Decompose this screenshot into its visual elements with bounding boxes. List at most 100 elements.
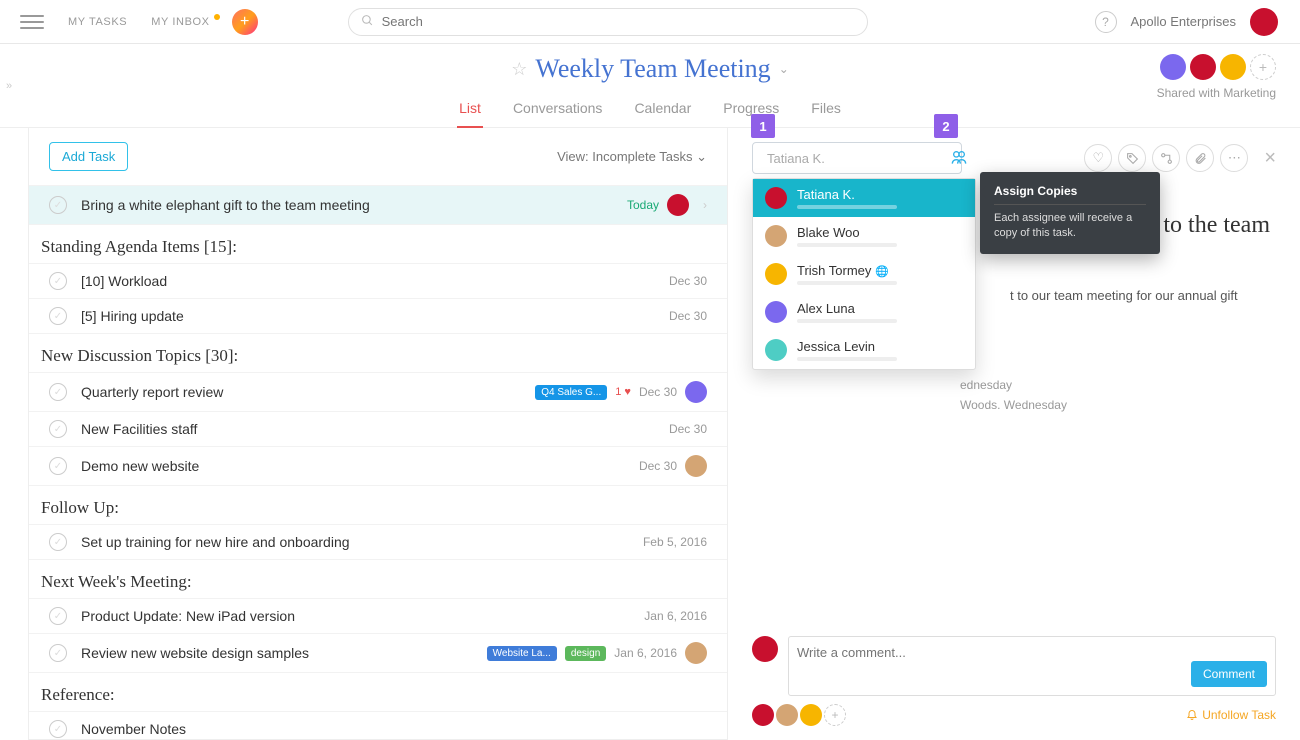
person-avatar xyxy=(765,187,787,209)
complete-check-icon[interactable] xyxy=(49,533,67,551)
task-date: Feb 5, 2016 xyxy=(643,535,707,549)
meta-line: Woods. Wednesday xyxy=(960,398,1270,412)
heart-icon[interactable]: ♡ xyxy=(1084,144,1112,172)
multi-assign-icon[interactable] xyxy=(951,150,967,167)
task-tag[interactable]: Website La... xyxy=(487,646,557,661)
project-dropdown-icon[interactable]: ⌄ xyxy=(779,62,789,76)
task-tag[interactable]: design xyxy=(565,646,606,661)
global-add-button[interactable]: + xyxy=(232,9,258,35)
close-detail-icon[interactable]: × xyxy=(1264,147,1276,170)
assignee-input-wrap[interactable] xyxy=(752,142,962,174)
dropdown-item[interactable]: Trish Tormey 🌐 xyxy=(753,255,975,293)
shared-with-label[interactable]: Shared with Marketing xyxy=(1157,86,1276,100)
project-title[interactable]: Weekly Team Meeting xyxy=(535,54,770,84)
attachment-icon[interactable] xyxy=(1186,144,1214,172)
task-date: Jan 6, 2016 xyxy=(644,609,707,623)
task-followers: + xyxy=(752,704,846,726)
dropdown-item[interactable]: Alex Luna xyxy=(753,293,975,331)
complete-check-icon[interactable] xyxy=(49,383,67,401)
section-heading[interactable]: Standing Agenda Items [15]: xyxy=(29,224,727,263)
complete-check-icon[interactable] xyxy=(49,644,67,662)
nav-my-tasks[interactable]: MY TASKS xyxy=(56,16,139,28)
dropdown-item[interactable]: Blake Woo xyxy=(753,217,975,255)
complete-check-icon[interactable] xyxy=(49,607,67,625)
add-member-button[interactable]: + xyxy=(1250,54,1276,80)
member-avatar[interactable] xyxy=(1220,54,1246,80)
task-row[interactable]: Product Update: New iPad version Jan 6, … xyxy=(29,598,727,633)
assignee-input[interactable] xyxy=(767,151,943,166)
person-name: Trish Tormey 🌐 xyxy=(797,263,897,278)
complete-check-icon[interactable] xyxy=(49,720,67,738)
task-row[interactable]: Set up training for new hire and onboard… xyxy=(29,524,727,559)
menu-toggle-icon[interactable] xyxy=(20,10,44,34)
search-icon xyxy=(361,14,374,30)
workspace-name[interactable]: Apollo Enterprises xyxy=(1131,14,1237,29)
comment-button[interactable]: Comment xyxy=(1191,661,1267,687)
topbar: MY TASKS MY INBOX + ? Apollo Enterprises xyxy=(0,0,1300,44)
follower-avatar[interactable] xyxy=(752,704,774,726)
task-meta-lines: ednesday Woods. Wednesday xyxy=(960,372,1270,412)
complete-check-icon[interactable] xyxy=(49,457,67,475)
add-task-button[interactable]: Add Task xyxy=(49,142,128,171)
person-avatar xyxy=(765,225,787,247)
task-name: Set up training for new hire and onboard… xyxy=(81,534,643,550)
task-name: Review new website design samples xyxy=(81,645,487,661)
commenter-avatar xyxy=(752,636,778,662)
globe-icon: 🌐 xyxy=(875,266,889,278)
section-heading[interactable]: Reference: xyxy=(29,672,727,711)
tab-conversations[interactable]: Conversations xyxy=(511,94,605,127)
task-row[interactable]: Bring a white elephant gift to the team … xyxy=(29,185,727,224)
meta-line: ednesday xyxy=(960,378,1270,392)
comment-box[interactable]: Comment xyxy=(788,636,1276,696)
section-heading[interactable]: New Discussion Topics [30]: xyxy=(29,333,727,372)
task-row[interactable]: [5] Hiring update Dec 30 xyxy=(29,298,727,333)
follower-avatar[interactable] xyxy=(800,704,822,726)
dropdown-item[interactable]: Tatiana K. xyxy=(753,179,975,217)
tab-files[interactable]: Files xyxy=(809,94,843,127)
task-name: Product Update: New iPad version xyxy=(81,608,644,624)
task-row[interactable]: [10] Workload Dec 30 xyxy=(29,263,727,298)
member-avatar[interactable] xyxy=(1160,54,1186,80)
unfollow-link[interactable]: Unfollow Task xyxy=(1186,708,1276,723)
user-avatar[interactable] xyxy=(1250,8,1278,36)
star-icon[interactable]: ☆ xyxy=(511,59,527,80)
task-row[interactable]: New Facilities staff Dec 30 xyxy=(29,411,727,446)
task-name: [5] Hiring update xyxy=(81,308,669,324)
dropdown-item[interactable]: Jessica Levin xyxy=(753,331,975,369)
member-avatar[interactable] xyxy=(1190,54,1216,80)
task-row[interactable]: Demo new website Dec 30 xyxy=(29,446,727,485)
section-heading[interactable]: Follow Up: xyxy=(29,485,727,524)
chevron-right-icon: › xyxy=(703,198,707,212)
main-panes: Add Task View: Incomplete Tasks ⌄ Bring … xyxy=(0,128,1300,740)
complete-check-icon[interactable] xyxy=(49,307,67,325)
heart-icon[interactable]: 1 ♥ xyxy=(615,386,631,398)
tag-icon[interactable] xyxy=(1118,144,1146,172)
task-row[interactable]: Quarterly report review Q4 Sales G... 1 … xyxy=(29,372,727,411)
comment-area: Comment + Unfollow Task xyxy=(752,636,1276,726)
complete-check-icon[interactable] xyxy=(49,272,67,290)
nav-my-inbox[interactable]: MY INBOX xyxy=(139,16,221,28)
follower-avatar[interactable] xyxy=(776,704,798,726)
add-follower-button[interactable]: + xyxy=(824,704,846,726)
search-input[interactable] xyxy=(382,14,855,29)
tab-calendar[interactable]: Calendar xyxy=(632,94,693,127)
view-selector[interactable]: View: Incomplete Tasks ⌄ xyxy=(557,149,707,165)
tab-list[interactable]: List xyxy=(457,94,483,128)
callout-1: 1 xyxy=(751,114,775,138)
complete-check-icon[interactable] xyxy=(49,420,67,438)
task-name: November Notes xyxy=(81,721,707,737)
task-tag[interactable]: Q4 Sales G... xyxy=(535,385,607,400)
task-row[interactable]: Review new website design samples Websit… xyxy=(29,633,727,672)
complete-check-icon[interactable] xyxy=(49,196,67,214)
person-avatar xyxy=(765,301,787,323)
tooltip-body: Each assignee will receive a copy of thi… xyxy=(994,211,1146,242)
assignee-dropdown: Tatiana K. Blake Woo Trish Tormey 🌐 Alex… xyxy=(752,178,976,370)
section-heading[interactable]: Next Week's Meeting: xyxy=(29,559,727,598)
subtask-icon[interactable] xyxy=(1152,144,1180,172)
task-row[interactable]: November Notes xyxy=(29,711,727,740)
search-input-wrap[interactable] xyxy=(348,8,868,36)
assign-copies-tooltip: Assign Copies Each assignee will receive… xyxy=(980,172,1160,254)
person-name: Jessica Levin xyxy=(797,339,897,354)
more-icon[interactable]: ⋯ xyxy=(1220,144,1248,172)
help-icon[interactable]: ? xyxy=(1095,11,1117,33)
